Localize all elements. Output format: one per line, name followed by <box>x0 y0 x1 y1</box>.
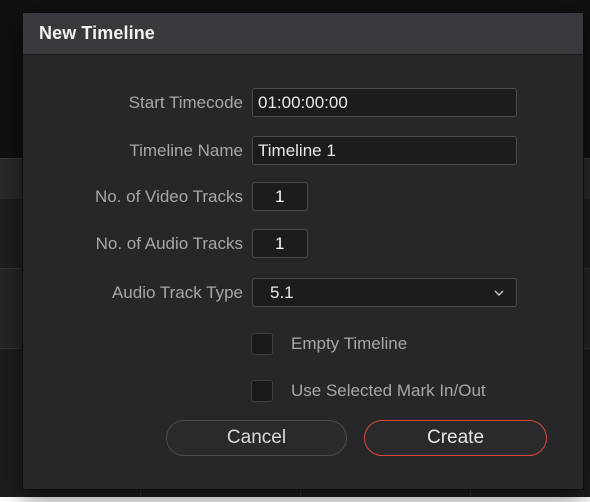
cancel-button[interactable]: Cancel <box>166 420 347 456</box>
use-selected-mark-checkbox[interactable] <box>251 380 273 402</box>
dialog-header: New Timeline <box>23 13 583 55</box>
video-tracks-input[interactable]: 1 <box>252 182 308 211</box>
screen: New Timeline Start Timecode 01:00:00:00 … <box>0 0 590 502</box>
start-timecode-input[interactable]: 01:00:00:00 <box>252 88 517 117</box>
audio-tracks-input[interactable]: 1 <box>252 229 308 258</box>
use-selected-mark-label: Use Selected Mark In/Out <box>291 381 486 400</box>
start-timecode-label: Start Timecode <box>128 93 243 112</box>
timeline-name-label: Timeline Name <box>129 141 243 160</box>
chevron-down-icon <box>494 290 504 296</box>
dialog-title: New Timeline <box>39 23 155 43</box>
video-tracks-row: No. of Video Tracks 1 <box>23 182 583 212</box>
empty-timeline-checkbox[interactable] <box>251 333 273 355</box>
timeline-name-input[interactable]: Timeline 1 <box>252 136 517 165</box>
audio-track-type-value: 5.1 <box>270 283 294 302</box>
timeline-name-row: Timeline Name Timeline 1 <box>23 136 583 166</box>
audio-track-type-row: Audio Track Type 5.1 <box>23 278 583 308</box>
audio-track-type-select[interactable]: 5.1 <box>252 278 517 307</box>
audio-track-type-label: Audio Track Type <box>111 283 243 302</box>
video-tracks-label: No. of Video Tracks <box>94 187 243 206</box>
new-timeline-dialog: New Timeline Start Timecode 01:00:00:00 … <box>22 12 584 490</box>
start-timecode-row: Start Timecode 01:00:00:00 <box>23 88 583 118</box>
empty-timeline-label: Empty Timeline <box>291 334 408 353</box>
create-button[interactable]: Create <box>364 420 547 456</box>
audio-tracks-row: No. of Audio Tracks 1 <box>23 229 583 259</box>
audio-tracks-label: No. of Audio Tracks <box>95 234 243 253</box>
